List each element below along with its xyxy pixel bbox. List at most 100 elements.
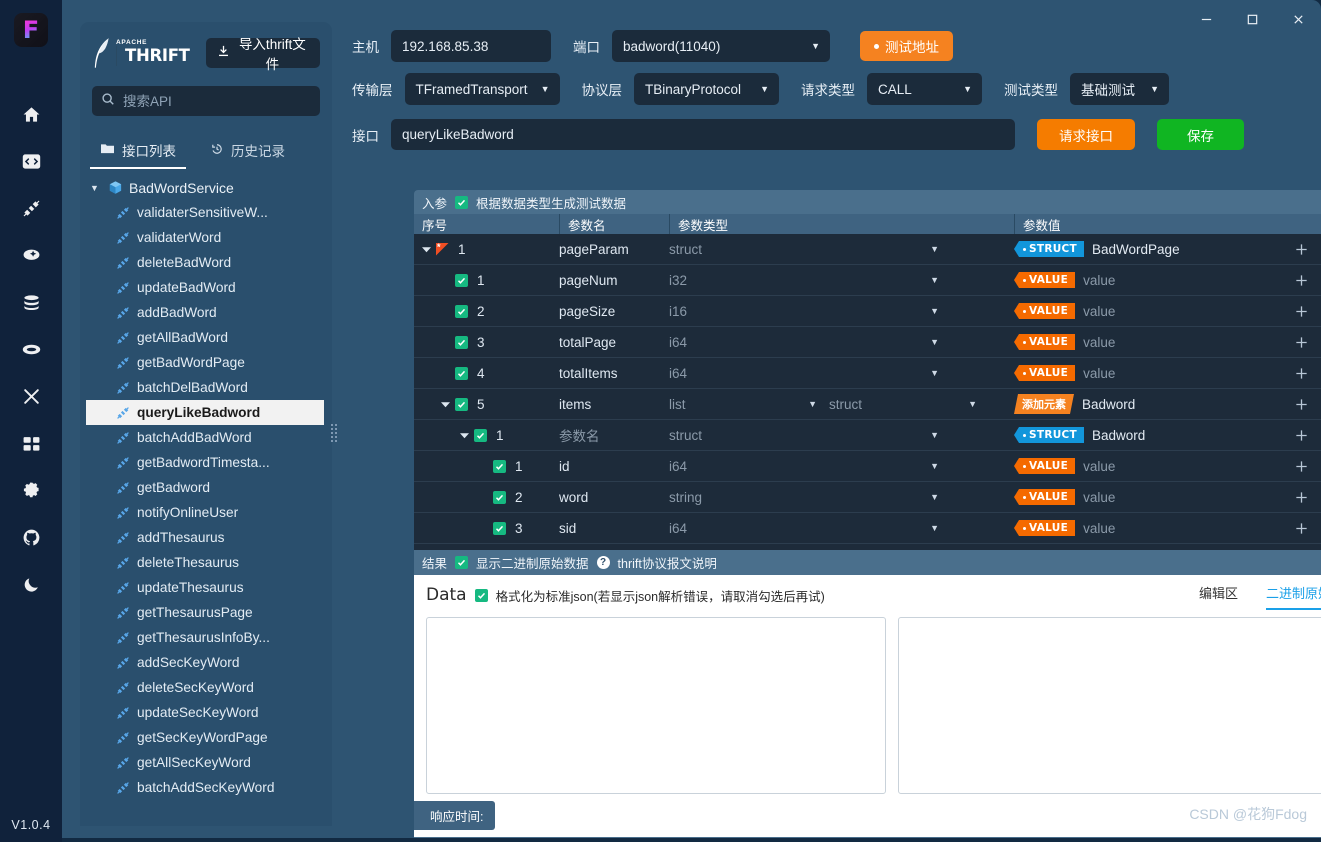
request-interface-button[interactable]: 请求接口 (1037, 119, 1135, 150)
param-value-text[interactable]: value (1083, 366, 1115, 381)
value-type-badge[interactable]: VALUE (1014, 520, 1076, 536)
table-row[interactable]: 4 totalItems i64 ▼ VALUE value (414, 358, 1321, 389)
interface-input[interactable] (402, 127, 1004, 142)
tree-item[interactable]: updateThesaurus (86, 575, 324, 600)
add-row-icon[interactable] (1294, 366, 1309, 381)
generate-test-data-checkbox[interactable] (455, 195, 469, 209)
save-button[interactable]: 保存 (1157, 119, 1244, 150)
param-value-text[interactable]: value (1083, 521, 1115, 536)
expand-caret-icon[interactable] (422, 245, 431, 254)
row-checkbox[interactable] (493, 490, 506, 504)
search-input[interactable] (123, 93, 311, 109)
row-checkbox[interactable] (493, 459, 506, 473)
tree-item[interactable]: getAllBadWord (86, 325, 324, 350)
table-row[interactable]: 5 items list ▼ struct ▼ 添加元素 Badword (414, 389, 1321, 420)
param-type-select[interactable]: string ▼ (669, 490, 949, 505)
row-checkbox[interactable] (455, 397, 468, 411)
protocol-select[interactable]: TBinaryProtocol ▼ (634, 73, 779, 105)
row-checkbox[interactable] (455, 304, 468, 318)
tree-item[interactable]: validaterSensitiveW... (86, 200, 324, 225)
tree-item[interactable]: batchAddSecKeyWord (86, 775, 324, 800)
tab-history[interactable]: 历史记录 (200, 134, 295, 169)
param-name-cell[interactable]: 参数名 (559, 425, 669, 445)
editor-textarea[interactable] (426, 617, 886, 794)
host-input[interactable] (402, 38, 540, 54)
param-type-select[interactable]: i64 ▼ (669, 366, 949, 381)
row-checkbox[interactable] (455, 273, 468, 287)
moon-icon[interactable] (16, 569, 46, 599)
interface-field[interactable] (391, 119, 1015, 150)
add-row-icon[interactable] (1294, 428, 1309, 443)
tree-item[interactable]: deleteSecKeyWord (86, 675, 324, 700)
binary-raw-textarea[interactable] (897, 617, 1321, 794)
add-row-icon[interactable] (1294, 335, 1309, 350)
add-row-icon[interactable] (1294, 490, 1309, 505)
param-name-cell[interactable]: totalItems (559, 366, 669, 381)
table-row[interactable]: 1 pageNum i32 ▼ VALUE value (414, 265, 1321, 296)
tree-item[interactable]: getThesaurusPage (86, 600, 324, 625)
expand-caret-icon[interactable] (460, 431, 469, 440)
tree-item[interactable]: deleteThesaurus (86, 550, 324, 575)
tree-item[interactable]: getBadword (86, 475, 324, 500)
param-type-select[interactable]: struct ▼ (669, 428, 949, 443)
table-row[interactable]: 3 sid i64 ▼ VALUE value (414, 513, 1321, 544)
grid-icon[interactable] (16, 428, 46, 458)
tree-item[interactable]: updateSecKeyWord (86, 700, 324, 725)
param-type-select[interactable]: i16 ▼ (669, 304, 949, 319)
tree-item[interactable]: deleteBadWord (86, 250, 324, 275)
sidebar-resize-handle[interactable] (330, 424, 337, 442)
tree-item[interactable]: updateBadWord (86, 275, 324, 300)
tree-item[interactable]: getAllSecKeyWord (86, 750, 324, 775)
tree-item[interactable]: addBadWord (86, 300, 324, 325)
search-box[interactable] (92, 86, 320, 116)
value-type-badge[interactable]: STRUCT (1014, 241, 1085, 257)
home-icon[interactable] (16, 99, 46, 129)
host-field[interactable] (391, 30, 551, 62)
value-type-badge[interactable]: VALUE (1014, 365, 1076, 381)
tab-editor-area[interactable]: 编辑区 (1199, 583, 1238, 610)
row-checkbox[interactable] (455, 366, 468, 380)
github-icon[interactable] (16, 522, 46, 552)
table-row[interactable]: * 1 pageParam struct ▼ STRUCT BadWordPage (414, 234, 1321, 265)
row-checkbox[interactable] (493, 521, 506, 535)
param-value-text[interactable]: value (1083, 490, 1115, 505)
param-type-select[interactable]: i32 ▼ (669, 273, 949, 288)
show-raw-binary-checkbox[interactable] (455, 556, 469, 569)
param-value-text[interactable]: value (1083, 459, 1115, 474)
expand-caret-icon[interactable] (441, 400, 450, 409)
tree-item[interactable]: getSecKeyWordPage (86, 725, 324, 750)
param-name-cell[interactable]: items (559, 397, 669, 412)
tree-item[interactable]: getBadwordTimesta... (86, 450, 324, 475)
transport-select[interactable]: TFramedTransport ▼ (404, 73, 560, 105)
tree-item[interactable]: queryLikeBadword (86, 400, 324, 425)
format-json-checkbox[interactable] (474, 588, 488, 602)
value-type-badge[interactable]: VALUE (1014, 303, 1076, 319)
tree-item[interactable]: getThesaurusInfoBy... (86, 625, 324, 650)
param-type-select[interactable]: i64 ▼ (669, 459, 949, 474)
value-type-badge[interactable]: STRUCT (1014, 427, 1085, 443)
add-row-icon[interactable] (1294, 273, 1309, 288)
code-window-icon[interactable] (16, 146, 46, 176)
add-row-icon[interactable] (1294, 521, 1309, 536)
param-name-cell[interactable]: pageNum (559, 273, 669, 288)
param-value-text[interactable]: Badword (1082, 397, 1135, 412)
gear-icon[interactable] (16, 475, 46, 505)
tree-item[interactable]: batchAddBadWord (86, 425, 324, 450)
table-row[interactable]: 2 word string ▼ VALUE value (414, 482, 1321, 513)
param-name-cell[interactable]: id (559, 459, 669, 474)
add-row-icon[interactable] (1294, 459, 1309, 474)
param-value-text[interactable]: value (1083, 335, 1115, 350)
value-type-badge[interactable]: VALUE (1014, 334, 1076, 350)
plug-icon[interactable] (16, 193, 46, 223)
tree-item[interactable]: validaterWord (86, 225, 324, 250)
param-name-cell[interactable]: pageSize (559, 304, 669, 319)
tree-item[interactable]: addThesaurus (86, 525, 324, 550)
row-checkbox[interactable] (455, 335, 468, 349)
table-row[interactable]: 3 totalPage i64 ▼ VALUE value (414, 327, 1321, 358)
param-type-select[interactable]: list ▼ (669, 397, 829, 412)
value-type-badge[interactable]: VALUE (1014, 458, 1076, 474)
tree-item[interactable]: getBadWordPage (86, 350, 324, 375)
add-row-icon[interactable] (1294, 304, 1309, 319)
param-name-cell[interactable]: totalPage (559, 335, 669, 350)
param-type-select[interactable]: i64 ▼ (669, 335, 949, 350)
